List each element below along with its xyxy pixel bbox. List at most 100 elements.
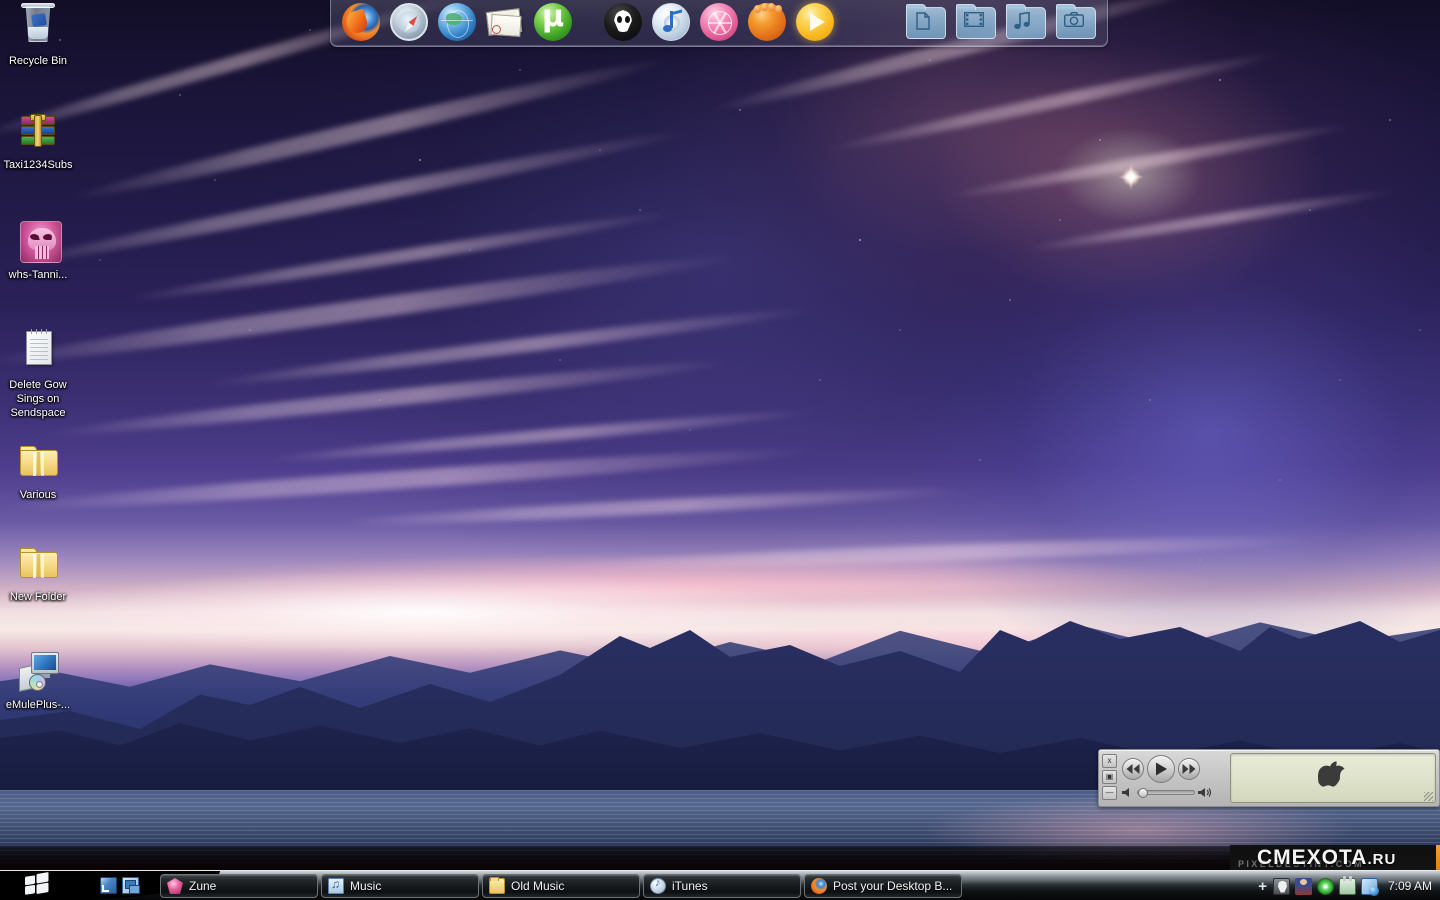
rewind-icon xyxy=(1127,764,1140,774)
watermark-tld-label: .RU xyxy=(1367,851,1396,868)
dock-item-mozilla-firefox[interactable] xyxy=(339,1,383,45)
dock-item-amarok[interactable] xyxy=(745,1,789,45)
dock-stacks-group xyxy=(903,3,1099,43)
taskbar-button-itunes[interactable]: iTunes xyxy=(643,874,801,898)
show-hidden-icons-button[interactable]: + xyxy=(1258,879,1267,894)
media-player-widget[interactable]: x ▣ — xyxy=(1098,749,1440,807)
quick-launch-bar[interactable] xyxy=(100,877,139,894)
show-desktop-button[interactable] xyxy=(100,877,117,894)
taskbar-button-label: Old Music xyxy=(511,879,564,893)
orange-paw-icon xyxy=(748,3,786,41)
dock-apps-group-right xyxy=(601,1,837,45)
system-tray[interactable]: + 7:09 AM xyxy=(1258,871,1432,900)
dock-item-internet[interactable] xyxy=(435,1,479,45)
player-fast-forward-button[interactable] xyxy=(1178,758,1200,780)
windows-logo-icon xyxy=(24,872,50,897)
taskbar-button-old-music[interactable]: Old Music xyxy=(482,874,640,898)
fast-forward-icon xyxy=(1183,764,1196,774)
application-dock[interactable] xyxy=(330,0,1108,47)
taskbar-button-post-your-desktop-b[interactable]: Post your Desktop B... xyxy=(804,874,962,898)
zune-icon xyxy=(167,878,183,894)
player-window-buttons: x ▣ — xyxy=(1102,753,1118,803)
alien-head-icon xyxy=(604,3,642,41)
emule-setup-icon xyxy=(14,648,62,696)
desktop-icon-label: Taxi1234Subs xyxy=(0,158,76,172)
wallpaper-bright-star-core xyxy=(1122,168,1140,186)
dock-stack-pictures[interactable] xyxy=(1053,3,1099,43)
power-battery-icon[interactable] xyxy=(1339,878,1356,895)
desktop[interactable]: Recycle Bin Taxi1234Subs whs-Tanni... Delet… xyxy=(0,0,1440,900)
dock-item-pink-orb[interactable] xyxy=(697,1,741,45)
play-icon xyxy=(1155,763,1167,776)
desktop-icon-delete-gow-sings-on-sendspace[interactable]: Delete Gow Sings on Sendspace xyxy=(0,328,76,420)
volume-high-icon xyxy=(1198,787,1212,798)
task-list[interactable]: Zune Music Old Music iTunes Post your Deskto… xyxy=(160,874,962,898)
firefox-icon xyxy=(342,3,380,41)
player-play-button[interactable] xyxy=(1147,755,1175,783)
dock-apps-group-left xyxy=(339,1,575,45)
desktop-icon-taxi1234subs[interactable]: Taxi1234Subs xyxy=(0,108,76,172)
player-resize-handle[interactable] xyxy=(1424,792,1433,801)
player-minimize-button[interactable]: — xyxy=(1102,786,1117,800)
network-icon[interactable] xyxy=(1361,878,1378,895)
taskbar-button-zune[interactable]: Zune xyxy=(160,874,318,898)
clock[interactable]: 7:09 AM xyxy=(1388,879,1432,893)
folder-icon xyxy=(14,438,62,486)
rosette-icon xyxy=(700,3,738,41)
dock-item-itunes[interactable] xyxy=(649,1,693,45)
player-volume-row xyxy=(1122,787,1226,798)
dock-stack-documents[interactable] xyxy=(903,3,949,43)
desktop-icon-emuleplus[interactable]: eMulePlus-... xyxy=(0,648,76,712)
player-volume-knob[interactable] xyxy=(1138,788,1148,798)
switch-windows-button[interactable] xyxy=(122,877,139,894)
dock-item-safari[interactable] xyxy=(387,1,431,45)
watermark-main-label: CMEXOTA xyxy=(1257,846,1367,869)
character-tray-icon[interactable] xyxy=(1295,878,1312,895)
taskbar[interactable]: Zune Music Old Music iTunes Post your Deskto… xyxy=(0,870,1440,900)
mail-icon xyxy=(485,6,525,38)
dock-item-alien-player[interactable] xyxy=(601,1,645,45)
text-document-icon xyxy=(14,328,62,376)
safari-icon xyxy=(390,3,428,41)
desktop-icon-label: eMulePlus-... xyxy=(0,698,76,712)
desktop-icon-label: Various xyxy=(0,488,76,502)
pink-skull-icon xyxy=(14,218,62,266)
green-status-icon[interactable] xyxy=(1317,878,1334,895)
desktop-icon-label: New Folder xyxy=(0,590,76,604)
player-transport-controls xyxy=(1122,753,1226,803)
dock-item-media-player[interactable] xyxy=(793,1,837,45)
player-volume-slider[interactable] xyxy=(1137,790,1195,795)
play-icon xyxy=(796,3,834,41)
player-display-panel[interactable] xyxy=(1230,753,1436,803)
player-close-button[interactable]: x xyxy=(1102,754,1117,768)
player-button-row xyxy=(1122,753,1226,783)
dock-stack-music[interactable] xyxy=(1003,3,1049,43)
alien-tray-icon[interactable] xyxy=(1273,878,1290,895)
taskbar-button-label: Music xyxy=(350,879,381,893)
firefox-icon xyxy=(811,878,827,894)
desktop-icon-various[interactable]: Various xyxy=(0,438,76,502)
desktop-icon-recycle-bin[interactable]: Recycle Bin xyxy=(0,4,76,68)
watermark-text: CMEXOTA.RU xyxy=(1257,846,1396,870)
taskbar-button-music[interactable]: Music xyxy=(321,874,479,898)
desktop-icon-new-folder[interactable]: New Folder xyxy=(0,540,76,604)
volume-low-icon xyxy=(1122,787,1134,798)
desktop-icon-whs-tanni[interactable]: whs-Tanni... xyxy=(0,218,76,282)
taskbar-button-label: Zune xyxy=(189,879,216,893)
winrar-archive-icon xyxy=(14,108,62,156)
desktop-icon-label: Delete Gow Sings on Sendspace xyxy=(0,378,76,420)
desktop-icon-label: whs-Tanni... xyxy=(0,268,76,282)
taskbar-button-label: iTunes xyxy=(672,879,708,893)
dock-stack-movies[interactable] xyxy=(953,3,999,43)
start-button[interactable] xyxy=(14,866,60,900)
dock-item-mail[interactable] xyxy=(483,1,527,45)
desktop-icon-label: Recycle Bin xyxy=(0,54,76,68)
itunes-icon xyxy=(650,878,666,894)
player-restore-button[interactable]: ▣ xyxy=(1102,770,1117,784)
utorrent-icon xyxy=(534,3,572,41)
player-rewind-button[interactable] xyxy=(1122,758,1144,780)
globe-icon xyxy=(438,3,476,41)
taskbar-button-label: Post your Desktop B... xyxy=(833,879,952,893)
dock-item-utorrent[interactable] xyxy=(531,1,575,45)
music-icon xyxy=(328,878,344,894)
